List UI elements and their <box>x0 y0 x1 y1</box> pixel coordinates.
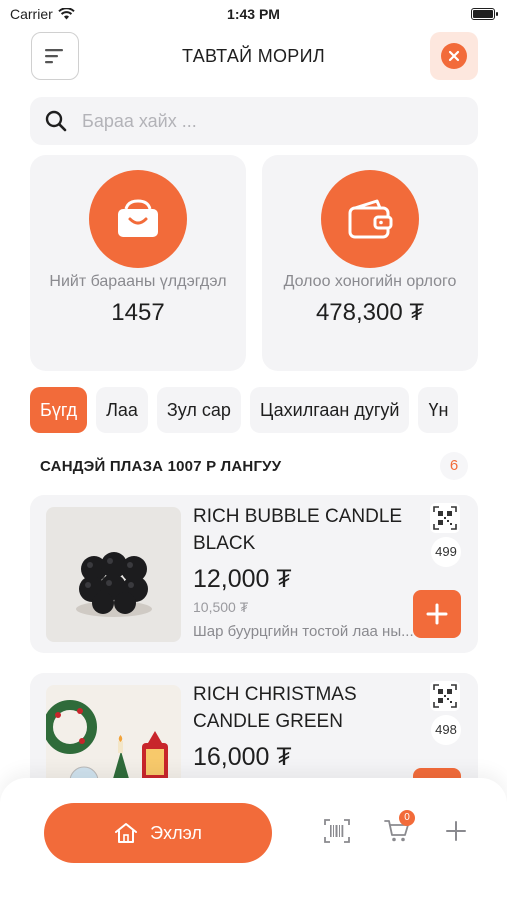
stock-total-label: Нийт барааны үлдэгдэл <box>49 273 227 290</box>
cart-button[interactable]: 0 <box>384 810 415 844</box>
plus-icon <box>446 821 466 841</box>
qr-code-icon <box>433 684 457 708</box>
plus-icon <box>426 603 448 625</box>
add-to-cart-button[interactable] <box>413 590 461 638</box>
status-time: 1:43 PM <box>227 6 280 22</box>
stock-total-card: Нийт барааны үлдэгдэл 1457 <box>30 155 246 371</box>
stock-count: 498 <box>431 715 461 745</box>
close-icon <box>441 43 467 69</box>
wallet-icon <box>321 170 419 268</box>
store-section-header: САНДЭЙ ПЛАЗА 1007 Р ЛАНГУУ 6 <box>40 452 468 480</box>
product-image-bubble-candle <box>46 507 181 642</box>
qr-code-button[interactable] <box>430 503 460 533</box>
search-bar <box>30 97 478 145</box>
product-count-badge: 6 <box>440 452 468 480</box>
weekly-income-label: Долоо хоногийн орлого <box>283 273 457 290</box>
cart-count-badge: 0 <box>399 810 415 826</box>
qr-code-button[interactable] <box>430 681 460 711</box>
search-input[interactable] <box>82 110 442 132</box>
battery-icon <box>471 8 498 20</box>
stock-count: 499 <box>431 537 461 567</box>
store-name: САНДЭЙ ПЛАЗА 1007 Р ЛАНГУУ <box>40 458 282 475</box>
qr-code-icon <box>433 506 457 530</box>
product-old-price: 10,500 ₮ <box>193 599 249 615</box>
status-bar: Carrier 1:43 PM <box>0 0 507 28</box>
bottom-navigation: Эхлэл 0 <box>0 778 507 900</box>
category-tabs: Бүгд Лаа Зул сар Цахилгаан дугуй Үн <box>30 387 507 433</box>
category-chip-electric-bike[interactable]: Цахилгаан дугуй <box>249 387 410 433</box>
category-chip-all[interactable]: Бүгд <box>30 387 88 433</box>
home-tab-button[interactable]: Эхлэл <box>44 803 272 863</box>
product-name: RICH BUBBLE CANDLE BLACK <box>193 506 403 554</box>
product-card[interactable]: RICH BUBBLE CANDLE BLACK 12,000 ₮ 10,500… <box>30 495 478 653</box>
app-header: ТАВТАЙ МОРИЛ <box>0 32 507 80</box>
weekly-income-card: Долоо хоногийн орлого 478,300 ₮ <box>262 155 478 371</box>
shopping-bag-icon <box>89 170 187 268</box>
product-price: 16,000 ₮ <box>193 743 292 771</box>
add-product-button[interactable] <box>443 818 469 844</box>
barcode-scan-icon <box>324 819 350 843</box>
category-chip-more[interactable]: Үн <box>418 387 459 433</box>
product-price: 12,000 ₮ <box>193 565 292 593</box>
home-tab-label: Эхлэл <box>150 822 202 843</box>
stock-total-value: 1457 <box>111 299 165 326</box>
weekly-income-value: 478,300 ₮ <box>315 299 425 326</box>
product-name: RICH CHRISTMAS CANDLE GREEN <box>193 684 357 732</box>
barcode-scan-button[interactable] <box>324 818 350 844</box>
home-icon <box>115 823 138 843</box>
logout-button[interactable] <box>430 32 478 80</box>
category-chip-christmas[interactable]: Зул сар <box>156 387 241 433</box>
search-icon <box>45 110 67 132</box>
category-chip-candles[interactable]: Лаа <box>96 387 148 433</box>
